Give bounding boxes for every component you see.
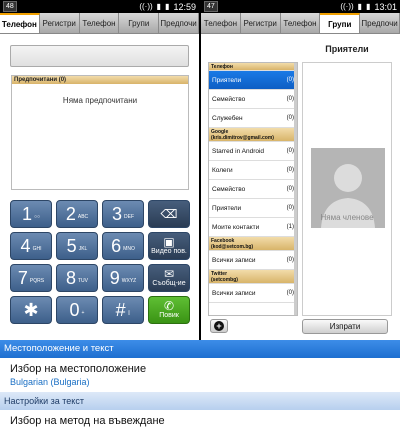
tab-favorites[interactable]: Предпочи <box>360 13 400 33</box>
tab-groups[interactable]: Групи <box>119 13 160 33</box>
section-header-text: Настройки за текст <box>0 392 400 410</box>
voicemail-icon: ▯ <box>127 310 131 316</box>
phone-number-input[interactable] <box>10 45 189 67</box>
list-item[interactable]: Колеги (0) <box>209 161 297 180</box>
list-item[interactable]: Starred in Android (0) <box>209 142 297 161</box>
tab-contacts[interactable]: Телефон <box>281 13 321 33</box>
key-star[interactable]: ✱ <box>10 296 52 324</box>
key-7[interactable]: 7 PQRS <box>10 264 52 292</box>
no-members-text: Няма членове <box>320 213 374 222</box>
video-call-button[interactable]: ▣ Видео пов. <box>148 232 190 260</box>
list-scrollbar[interactable] <box>294 63 297 315</box>
clock: 12:59 <box>173 1 196 12</box>
list-section-header: Google (kris.dimitrov@gmail.com) <box>209 128 297 142</box>
phone-icon: ✆ <box>163 299 175 313</box>
message-button[interactable]: ✉ Съобщ-ие <box>148 264 190 292</box>
status-bar: 48 ((·)) ▮ ▮ 12:59 <box>0 0 199 13</box>
tab-logs[interactable]: Регистри <box>241 13 281 33</box>
call-button[interactable]: ✆ Повик <box>148 296 190 324</box>
select-locale-value: Bulgarian (Bulgaria) <box>10 377 90 387</box>
battery-icon: ▮ <box>165 2 170 11</box>
favorites-box: Предпочитани (0) Няма предпочитани <box>11 75 189 190</box>
add-group-button[interactable]: + <box>210 319 228 333</box>
backspace-button[interactable]: ⌫ <box>148 200 190 228</box>
list-section-header: Facebook (kod@setcom.bg) <box>209 237 297 251</box>
key-0[interactable]: 0 + <box>56 296 98 324</box>
select-input-method-item[interactable]: Избор на метод на въвеждане <box>0 410 400 432</box>
send-button[interactable]: Изпрати <box>302 319 388 334</box>
select-locale-item[interactable]: Избор на местоположение Bulgarian (Bulga… <box>0 358 400 392</box>
list-section-header: Телефон <box>209 63 297 71</box>
tab-bar: Телефон Регистри Телефон Групи Предпочи <box>201 13 400 34</box>
key-4[interactable]: 4 GHI <box>10 232 52 260</box>
signal-icon: ▮ <box>156 2 162 11</box>
notification-badge: 47 <box>204 1 218 12</box>
key-9[interactable]: 9 WXYZ <box>102 264 144 292</box>
tab-logs[interactable]: Регистри <box>40 13 80 33</box>
key-3[interactable]: 3 DEF <box>102 200 144 228</box>
list-item[interactable]: Моите контакти (1) <box>209 218 297 237</box>
dial-keypad: 1 ○○ 2 ABC 3 DEF ⌫ 4 GHI 5 JKL 6 MNO ▣ Видео по… <box>10 200 190 324</box>
key-6[interactable]: 6 MNO <box>102 232 144 260</box>
backspace-icon: ⌫ <box>160 207 178 221</box>
list-item[interactable]: Семейство (0) <box>209 180 297 199</box>
tab-phone[interactable]: Телефон <box>0 13 40 33</box>
tab-groups[interactable]: Групи <box>320 13 361 33</box>
favorites-empty-text: Няма предпочитани <box>62 96 138 105</box>
key-1[interactable]: 1 ○○ <box>10 200 52 228</box>
battery-icon: ▮ <box>366 2 371 11</box>
list-item[interactable]: Служебен (0) <box>209 109 297 128</box>
tab-phone[interactable]: Телефон <box>201 13 241 33</box>
settings-panel: Местоположение и текст Избор на местопол… <box>0 340 400 435</box>
notification-badge: 48 <box>3 1 17 12</box>
group-title: Приятели <box>325 44 369 54</box>
key-2[interactable]: 2 ABC <box>56 200 98 228</box>
key-8[interactable]: 8 TUV <box>56 264 98 292</box>
tab-bar: Телефон Регистри Телефон Групи Предпочи <box>0 13 199 34</box>
list-item[interactable]: Всички записи (0) <box>209 251 297 270</box>
list-section-header: Twitter (setcombg) <box>209 270 297 284</box>
clock: 13:01 <box>374 1 397 12</box>
groups-list: Телефон Приятели (0) Семейство (0) Служебе… <box>208 62 298 316</box>
wifi-icon: ((·)) <box>139 2 153 11</box>
list-item[interactable]: Семейство (0) <box>209 90 297 109</box>
wifi-icon: ((·)) <box>340 2 354 11</box>
signal-icon: ▮ <box>357 2 363 11</box>
list-item[interactable]: Приятели (0) <box>209 71 297 90</box>
message-icon: ✉ <box>163 267 175 281</box>
add-icon: + <box>214 321 224 331</box>
select-locale-title: Избор на местоположение <box>10 363 147 375</box>
select-input-method-title: Избор на метод на въвеждане <box>10 415 165 427</box>
key-5[interactable]: 5 JKL <box>56 232 98 260</box>
key-hash[interactable]: # ▯ <box>102 296 144 324</box>
status-bar: 47 ((·)) ▮ ▮ 13:01 <box>201 0 400 13</box>
favorites-header: Предпочитани (0) <box>12 76 188 84</box>
tab-favorites[interactable]: Предпочи <box>159 13 199 33</box>
members-panel: Няма членове <box>302 62 392 316</box>
list-item[interactable]: Всички записи (0) <box>209 284 297 303</box>
section-header-locale: Местоположение и текст <box>0 340 400 358</box>
tab-contacts[interactable]: Телефон <box>80 13 120 33</box>
list-item[interactable]: Приятели (0) <box>209 199 297 218</box>
video-call-icon: ▣ <box>163 235 175 249</box>
